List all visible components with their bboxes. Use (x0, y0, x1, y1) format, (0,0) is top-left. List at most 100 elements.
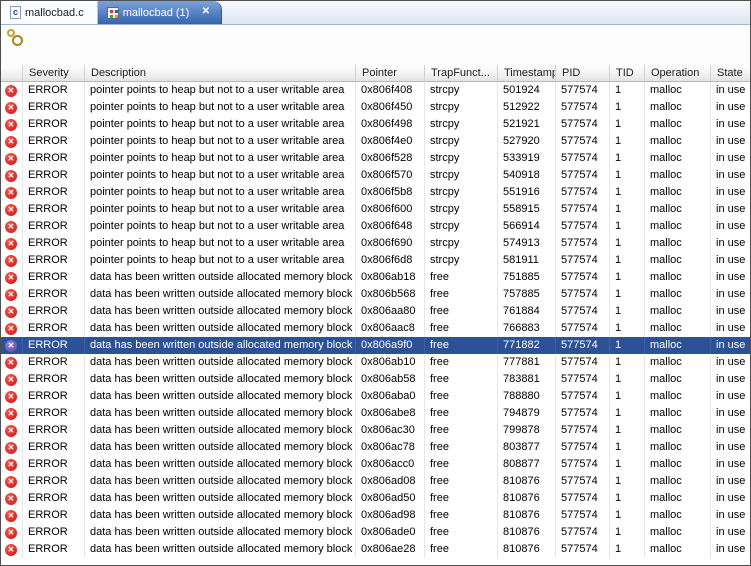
column-header-severity[interactable]: Severity (23, 65, 85, 82)
table-body: ✕ERRORpointer points to heap but not to … (1, 82, 750, 558)
cell-description: data has been written outside allocated … (85, 337, 356, 354)
cell-state: in use (711, 201, 750, 218)
cell-tid: 1 (610, 320, 645, 337)
table-row[interactable]: ✕ERRORpointer points to heap but not to … (1, 252, 750, 269)
cell-trap: free (425, 269, 498, 286)
cell-pointer: 0x806ab10 (356, 354, 425, 371)
table-row[interactable]: ✕ERRORdata has been written outside allo… (1, 303, 750, 320)
cell-description: pointer points to heap but not to a user… (85, 116, 356, 133)
column-header-tid[interactable]: TID (610, 65, 645, 82)
cell-severity: ERROR (23, 269, 85, 286)
table-row[interactable]: ✕ERRORpointer points to heap but not to … (1, 150, 750, 167)
table-row[interactable]: ✕ERRORdata has been written outside allo… (1, 286, 750, 303)
table-row[interactable]: ✕ERRORdata has been written outside allo… (1, 354, 750, 371)
cell-severity-icon: ✕ (1, 201, 23, 218)
table-row[interactable]: ✕ERRORpointer points to heap but not to … (1, 82, 750, 99)
column-header-pid[interactable]: PID (556, 65, 610, 82)
column-header-description[interactable]: Description (85, 65, 356, 82)
cell-timestamp: 566914 (498, 218, 556, 235)
table-row[interactable]: ✕ERRORpointer points to heap but not to … (1, 99, 750, 116)
cell-severity: ERROR (23, 99, 85, 116)
error-icon: ✕ (5, 187, 17, 199)
cell-description: data has been written outside allocated … (85, 541, 356, 558)
table-row[interactable]: ✕ERRORdata has been written outside allo… (1, 422, 750, 439)
cell-trap: free (425, 320, 498, 337)
cell-state: in use (711, 82, 750, 99)
cell-tid: 1 (610, 218, 645, 235)
table-row[interactable]: ✕ERRORdata has been written outside allo… (1, 541, 750, 558)
cell-pointer: 0x806f4e0 (356, 133, 425, 150)
cell-pointer: 0x806aa80 (356, 303, 425, 320)
cell-timestamp: 512922 (498, 99, 556, 116)
table-row[interactable]: ✕ERRORpointer points to heap but not to … (1, 133, 750, 150)
cell-state: in use (711, 252, 750, 269)
cell-operation: malloc (645, 473, 711, 490)
cell-timestamp: 574913 (498, 235, 556, 252)
cell-severity-icon: ✕ (1, 473, 23, 490)
cell-severity: ERROR (23, 201, 85, 218)
table-row[interactable]: ✕ERRORpointer points to heap but not to … (1, 218, 750, 235)
cell-tid: 1 (610, 337, 645, 354)
cell-operation: malloc (645, 235, 711, 252)
table-row[interactable]: ✕ERRORpointer points to heap but not to … (1, 167, 750, 184)
table-row[interactable]: ✕ERRORpointer points to heap but not to … (1, 116, 750, 133)
table-row[interactable]: ✕ERRORdata has been written outside allo… (1, 269, 750, 286)
tab-mallocbad-c[interactable]: c mallocbad.c (1, 1, 98, 24)
cell-operation: malloc (645, 218, 711, 235)
cell-pid: 577574 (556, 405, 610, 422)
cell-timestamp: 808877 (498, 456, 556, 473)
column-header-operation[interactable]: Operation (645, 65, 711, 82)
cell-severity-icon: ✕ (1, 405, 23, 422)
column-header-state[interactable]: State (711, 65, 750, 82)
table-row[interactable]: ✕ERRORdata has been written outside allo… (1, 507, 750, 524)
cell-severity-icon: ✕ (1, 388, 23, 405)
table-row[interactable]: ✕ERRORdata has been written outside allo… (1, 439, 750, 456)
column-header-timestamp[interactable]: Timestamp (498, 65, 556, 82)
cell-operation: malloc (645, 320, 711, 337)
tab-mallocbad-1[interactable]: mallocbad (1) ✕ (98, 1, 223, 24)
error-icon: ✕ (5, 85, 17, 97)
table-row[interactable]: ✕ERRORdata has been written outside allo… (1, 371, 750, 388)
cell-severity-icon: ✕ (1, 422, 23, 439)
cell-severity: ERROR (23, 371, 85, 388)
table-row[interactable]: ✕ERRORdata has been written outside allo… (1, 490, 750, 507)
error-icon: ✕ (5, 493, 17, 505)
cell-tid: 1 (610, 184, 645, 201)
cell-tid: 1 (610, 82, 645, 99)
table-row[interactable]: ✕ERRORdata has been written outside allo… (1, 524, 750, 541)
column-header-pointer[interactable]: Pointer (356, 65, 425, 82)
cell-operation: malloc (645, 303, 711, 320)
close-icon[interactable]: ✕ (199, 6, 212, 19)
table-row[interactable]: ✕ERRORpointer points to heap but not to … (1, 184, 750, 201)
table-row[interactable]: ✕ERRORdata has been written outside allo… (1, 456, 750, 473)
cell-trap: free (425, 456, 498, 473)
cell-tid: 1 (610, 133, 645, 150)
cell-pointer: 0x806f5b8 (356, 184, 425, 201)
c-file-icon: c (10, 6, 21, 19)
table-row[interactable]: ✕ERRORdata has been written outside allo… (1, 473, 750, 490)
table-row[interactable]: ✕ERRORpointer points to heap but not to … (1, 201, 750, 218)
cell-severity: ERROR (23, 167, 85, 184)
cell-severity-icon: ✕ (1, 303, 23, 320)
cell-severity: ERROR (23, 354, 85, 371)
cell-state: in use (711, 371, 750, 388)
table-row[interactable]: ✕ERRORpointer points to heap but not to … (1, 235, 750, 252)
table-row[interactable]: ✕ERRORdata has been written outside allo… (1, 405, 750, 422)
table-row[interactable]: ✕ERRORdata has been written outside allo… (1, 320, 750, 337)
cell-severity: ERROR (23, 507, 85, 524)
cell-trap: free (425, 337, 498, 354)
table-row[interactable]: ✕ERRORdata has been written outside allo… (1, 388, 750, 405)
cell-pid: 577574 (556, 303, 610, 320)
cell-severity: ERROR (23, 405, 85, 422)
cell-severity-icon: ✕ (1, 320, 23, 337)
cell-state: in use (711, 320, 750, 337)
cell-operation: malloc (645, 82, 711, 99)
error-icon: ✕ (5, 374, 17, 386)
cell-pointer: 0x806acc0 (356, 456, 425, 473)
table-row-selected[interactable]: ✕ERRORdata has been written outside allo… (1, 337, 750, 354)
cell-timestamp: 501924 (498, 82, 556, 99)
column-header-trapfunct-[interactable]: TrapFunct... (425, 65, 498, 82)
column-header-severity-icon[interactable] (1, 65, 23, 82)
cell-operation: malloc (645, 456, 711, 473)
cell-pointer: 0x806abe8 (356, 405, 425, 422)
